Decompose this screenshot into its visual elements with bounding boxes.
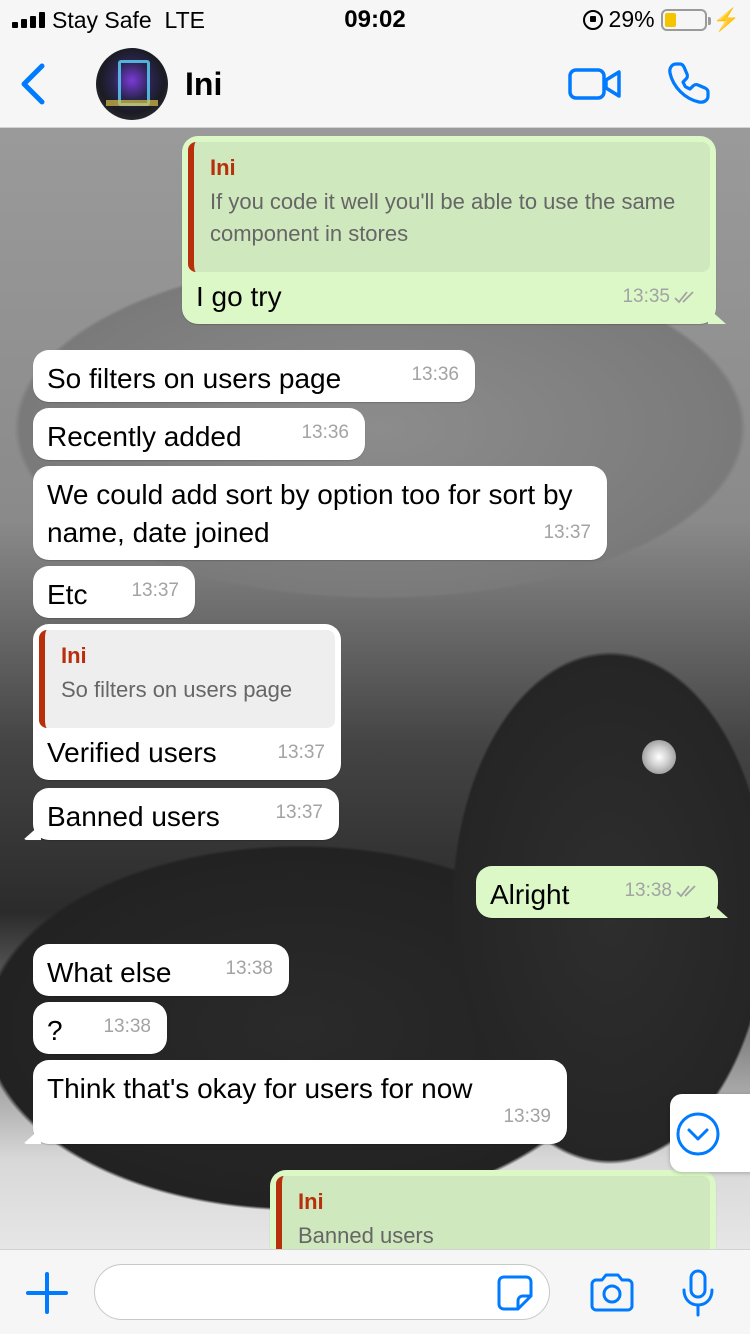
- sticker-icon[interactable]: [496, 1274, 534, 1312]
- message-text: So filters on users page: [47, 363, 342, 394]
- message-text: What else: [47, 957, 172, 988]
- battery-icon: [660, 8, 711, 31]
- camera-icon[interactable]: [588, 1272, 636, 1314]
- message-text: Etc: [47, 579, 88, 610]
- bubble-tail: [710, 902, 728, 918]
- message-time: 13:36: [301, 422, 349, 443]
- chat-area[interactable]: Ini If you code it well you'll be able t…: [0, 128, 750, 1249]
- bubble-tail: [708, 308, 726, 324]
- quote-text: So filters on users page: [61, 677, 293, 702]
- charging-bolt-icon: ⚡: [712, 6, 740, 32]
- message-bubble-incoming[interactable]: We could add sort by option too for sort…: [33, 466, 607, 560]
- video-call-icon[interactable]: [568, 64, 622, 104]
- orientation-lock-icon: [582, 9, 603, 30]
- message-text: Banned users: [47, 801, 220, 832]
- quote-author: Ini: [210, 155, 236, 180]
- message-bubble-outgoing[interactable]: Ini Banned users: [270, 1170, 716, 1249]
- message-bubble-outgoing[interactable]: Ini If you code it well you'll be able t…: [182, 136, 726, 324]
- message-time: 13:39: [503, 1106, 551, 1127]
- message-text: Recently added: [47, 421, 242, 452]
- message-meta: 13:35: [622, 278, 700, 316]
- message-bubble-incoming[interactable]: Think that's okay for users for now 13:3…: [23, 1060, 567, 1144]
- message-bubble-incoming[interactable]: What else 13:38: [33, 944, 289, 996]
- message-time: 13:37: [543, 522, 591, 543]
- message-bubble-incoming[interactable]: ? 13:38: [33, 1002, 167, 1054]
- message-bubble-incoming[interactable]: Ini So filters on users page Verified us…: [33, 624, 341, 780]
- quote-text: If you code it well you'll be able to us…: [210, 189, 676, 246]
- quoted-message[interactable]: Ini Banned users: [276, 1176, 710, 1249]
- plus-icon[interactable]: [26, 1272, 68, 1314]
- quote-author: Ini: [298, 1189, 324, 1214]
- message-text: Alright: [490, 879, 570, 910]
- message-meta: 13:38: [624, 872, 702, 910]
- phone-call-icon[interactable]: [666, 60, 712, 106]
- bubble-tail: [23, 824, 41, 840]
- message-time: 13:37: [275, 802, 323, 823]
- quote-author: Ini: [61, 643, 87, 668]
- message-time: 13:38: [624, 880, 672, 901]
- message-bubble-incoming[interactable]: Recently added 13:36: [33, 408, 365, 460]
- message-bubble-outgoing[interactable]: Alright 13:38: [476, 866, 728, 918]
- scroll-to-bottom-button[interactable]: [670, 1094, 750, 1172]
- message-time: 13:37: [131, 580, 179, 601]
- avatar[interactable]: [96, 48, 168, 120]
- message-text: We could add sort by option too for sort…: [47, 479, 573, 548]
- message-text: Think that's okay for users for now: [47, 1073, 473, 1104]
- status-right: 29% ⚡: [582, 6, 740, 33]
- message-time: 13:36: [411, 364, 459, 385]
- quote-text: Banned users: [298, 1223, 434, 1248]
- message-text: ?: [47, 1015, 63, 1046]
- battery-percent: 29%: [608, 6, 655, 32]
- read-ticks-icon: [674, 291, 694, 304]
- contact-name[interactable]: Ini: [185, 66, 222, 103]
- bubble-tail: [23, 1128, 41, 1144]
- message-bubble-incoming[interactable]: So filters on users page 13:36: [33, 350, 475, 402]
- back-chevron-icon[interactable]: [14, 62, 54, 106]
- message-time: 13:38: [225, 958, 273, 979]
- message-time: 13:38: [103, 1016, 151, 1037]
- chevron-down-circle-icon: [676, 1112, 720, 1156]
- quoted-message[interactable]: Ini So filters on users page: [39, 630, 335, 728]
- message-time: 13:37: [277, 742, 325, 763]
- status-bar: Stay Safe LTE 09:02 29% ⚡: [0, 0, 750, 40]
- message-bubble-incoming[interactable]: Etc 13:37: [33, 566, 195, 618]
- chat-header: Ini: [0, 40, 750, 128]
- message-time: 13:35: [622, 286, 670, 307]
- message-input[interactable]: [94, 1264, 550, 1320]
- microphone-icon[interactable]: [678, 1268, 718, 1318]
- message-bubble-incoming[interactable]: Banned users 13:37: [23, 788, 339, 840]
- battery-fill: [664, 12, 676, 27]
- input-bar: [0, 1249, 750, 1334]
- read-ticks-icon: [676, 885, 696, 898]
- wallpaper-earring: [642, 740, 676, 774]
- quoted-message[interactable]: Ini If you code it well you'll be able t…: [188, 142, 710, 272]
